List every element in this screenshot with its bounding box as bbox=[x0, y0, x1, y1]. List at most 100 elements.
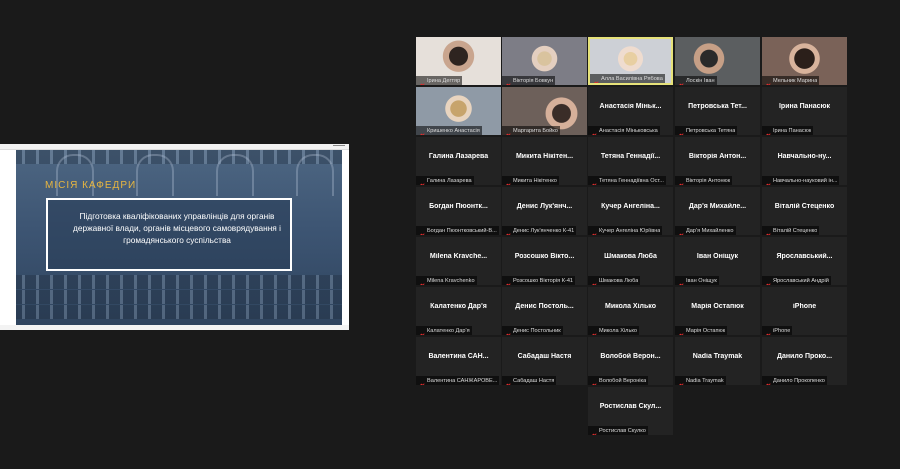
participant-namebar: Milena Kravchenko bbox=[416, 276, 477, 285]
participant-namebar: Тетяна Геннадіївна Ост... bbox=[588, 176, 666, 185]
participant-tile[interactable]: Дар'я Михайле... Дар'я Михайленко bbox=[675, 187, 760, 235]
participant-name-label: Мельник Марина bbox=[773, 77, 818, 84]
participant-name-label: Іван Оніщук bbox=[686, 277, 717, 284]
mic-muted-icon bbox=[764, 327, 771, 335]
participant-namebar: Сабадаш Настя bbox=[502, 376, 557, 385]
participant-name-label: Микола Хілько bbox=[599, 327, 637, 334]
mic-muted-icon bbox=[677, 377, 684, 385]
participant-namebar: Вікторія Антонюк bbox=[675, 176, 733, 185]
participant-display-name: iPhone bbox=[792, 303, 817, 310]
participant-tile[interactable]: Анастасія Міньк... Анастасія Міньковська bbox=[588, 87, 673, 135]
participant-namebar: Денис Лук'янченко К-41 bbox=[502, 226, 577, 235]
participant-display-name: Галина Лазарева bbox=[428, 153, 489, 160]
presentation-slide: МІСІЯ КАФЕДРИ Підготовка кваліфікованих … bbox=[16, 150, 342, 325]
participant-tile[interactable]: Віталій Стеценко Віталій Стеценко bbox=[762, 187, 847, 235]
participant-display-name: Кучер Ангеліна... bbox=[601, 203, 660, 210]
participant-tile[interactable]: Вікторія Антон... Вікторія Антонюк bbox=[675, 137, 760, 185]
participant-tile[interactable]: Ірина Панасюк Ірина Панасюк bbox=[762, 87, 847, 135]
mic-muted-icon bbox=[677, 327, 684, 335]
participant-tile[interactable]: Лоскін Іван bbox=[675, 37, 760, 85]
participant-tile[interactable]: Вікторія Бовкун bbox=[502, 37, 587, 85]
mic-muted-icon bbox=[504, 127, 511, 135]
participant-tile[interactable]: Волобой Верон... Волобой Вероніка bbox=[588, 337, 673, 385]
mic-muted-icon bbox=[418, 377, 425, 385]
participant-tile[interactable]: Кришенко Анастасія bbox=[416, 87, 501, 135]
participant-tile[interactable]: Розсошко Вікто... Розсошко Вікторія К-41 bbox=[502, 237, 587, 285]
slide-mission-text: Підготовка кваліфікованих управлінців дл… bbox=[73, 211, 281, 245]
participant-display-name: Розсошко Вікто... bbox=[514, 253, 575, 260]
participant-name-label: Лоскін Іван bbox=[686, 77, 715, 84]
participant-tile[interactable]: Марія Остапюк Марія Остапюк bbox=[675, 287, 760, 335]
participant-display-name: Ірина Панасюк bbox=[778, 103, 830, 110]
participant-tile[interactable]: Калатенко Дар'я Калатенко Дар'я bbox=[416, 287, 501, 335]
participant-tile[interactable]: Іван Оніщук Іван Оніщук bbox=[675, 237, 760, 285]
mic-muted-icon bbox=[590, 227, 597, 235]
mission-box: Підготовка кваліфікованих управлінців дл… bbox=[46, 198, 292, 271]
participant-tile[interactable]: Nadia Traymak Nadia Traymak bbox=[675, 337, 760, 385]
participant-tile[interactable]: Milena Kravche... Milena Kravchenko bbox=[416, 237, 501, 285]
mic-muted-icon bbox=[590, 127, 597, 135]
mic-muted-icon bbox=[764, 377, 771, 385]
participant-display-name: Ростислав Скул... bbox=[599, 403, 662, 410]
mic-muted-icon bbox=[764, 277, 771, 285]
participant-tile[interactable]: Ростислав Скул... Ростислав Скулко bbox=[588, 387, 673, 435]
mic-muted-icon bbox=[677, 177, 684, 185]
participant-namebar: Віталій Стеценко bbox=[762, 226, 820, 235]
participant-namebar: Ярославський Андрій bbox=[762, 276, 831, 285]
participant-tile[interactable]: Денис Лук'янч... Денис Лук'янченко К-41 bbox=[502, 187, 587, 235]
participant-tile[interactable]: iPhone iPhone bbox=[762, 287, 847, 335]
participant-display-name: Валентина САН... bbox=[428, 353, 489, 360]
mic-muted-icon bbox=[590, 177, 597, 185]
participant-display-name: Анастасія Міньк... bbox=[599, 103, 662, 110]
participant-display-name: Марія Остапюк bbox=[691, 303, 744, 310]
participant-tile[interactable]: Данило Проко... Данило Прокопенко bbox=[762, 337, 847, 385]
mic-muted-icon bbox=[592, 75, 599, 83]
participant-name-label: Маргарита Бойко bbox=[513, 127, 558, 134]
participant-tile[interactable]: Маргарита Бойко bbox=[502, 87, 587, 135]
participant-display-name: Микита Нікітен... bbox=[515, 153, 574, 160]
participant-namebar: Вікторія Бовкун bbox=[502, 76, 556, 85]
window-controls-icon[interactable] bbox=[333, 145, 345, 148]
participant-tile[interactable]: Тетяна Геннадії... Тетяна Геннадіївна Ост… bbox=[588, 137, 673, 185]
participant-tile[interactable]: Мельник Марина bbox=[762, 37, 847, 85]
mic-muted-icon bbox=[418, 77, 425, 85]
mic-muted-icon bbox=[677, 77, 684, 85]
participant-tile[interactable]: Галина Лазарева Галина Лазарева bbox=[416, 137, 501, 185]
participant-name-label: Шмакова Люба bbox=[599, 277, 639, 284]
participant-name-label: Навчально-науковий ін... bbox=[773, 177, 838, 184]
participant-namebar: Ростислав Скулко bbox=[588, 426, 648, 435]
participant-tile[interactable]: Микола Хілько Микола Хілько bbox=[588, 287, 673, 335]
participant-tile[interactable]: Алла Василівна Рябова bbox=[588, 37, 673, 85]
participant-tile[interactable]: Навчально-ну... Навчально-науковий ін... bbox=[762, 137, 847, 185]
mic-muted-icon bbox=[590, 327, 597, 335]
participant-name-label: Розсошко Вікторія К-41 bbox=[513, 277, 574, 284]
participant-display-name: Микола Хілько bbox=[605, 303, 656, 310]
participant-namebar: Розсошко Вікторія К-41 bbox=[502, 276, 576, 285]
participant-name-label: Валентина САНЖАРОВЕ... bbox=[427, 377, 498, 384]
participant-namebar: Анастасія Міньковська bbox=[588, 126, 660, 135]
mic-muted-icon bbox=[504, 177, 511, 185]
participant-tile[interactable]: Кучер Ангеліна... Кучер Ангеліна Юріївна bbox=[588, 187, 673, 235]
participant-name-label: Кучер Ангеліна Юріївна bbox=[599, 227, 661, 234]
mic-muted-icon bbox=[590, 427, 597, 435]
participant-tile[interactable]: Ярославський... Ярославський Андрій bbox=[762, 237, 847, 285]
slide-title: МІСІЯ КАФЕДРИ bbox=[45, 180, 137, 191]
participant-namebar: Лоскін Іван bbox=[675, 76, 717, 85]
participant-display-name: Nadia Traymak bbox=[692, 353, 743, 360]
shared-screen: МІСІЯ КАФЕДРИ Підготовка кваліфікованих … bbox=[0, 144, 349, 330]
mic-muted-icon bbox=[504, 227, 511, 235]
participant-tile[interactable]: Микита Нікітен... Микита Нікітенко bbox=[502, 137, 587, 185]
participant-tile[interactable]: Денис Постоль... Денис Постольник bbox=[502, 287, 587, 335]
participant-tile[interactable]: Петровська Тет... Петровська Тетяна bbox=[675, 87, 760, 135]
participant-tile[interactable]: Шмакова Люба Шмакова Люба bbox=[588, 237, 673, 285]
participant-display-name: Калатенко Дар'я bbox=[430, 303, 487, 310]
mic-muted-icon bbox=[764, 177, 771, 185]
participant-tile[interactable]: Сабадаш Настя Сабадаш Настя bbox=[502, 337, 587, 385]
participant-tile[interactable]: Богдан Пюонтк... Богдан Пюонтковський-В..… bbox=[416, 187, 501, 235]
participant-display-name: Тетяна Геннадії... bbox=[600, 153, 661, 160]
participant-name-label: Ростислав Скулко bbox=[599, 427, 646, 434]
participant-name-label: Milena Kravchenko bbox=[427, 277, 475, 284]
participant-tile[interactable]: Валентина САН... Валентина САНЖАРОВЕ... bbox=[416, 337, 501, 385]
participant-tile[interactable]: Ірина Дегтяр bbox=[416, 37, 501, 85]
mic-muted-icon bbox=[504, 377, 511, 385]
